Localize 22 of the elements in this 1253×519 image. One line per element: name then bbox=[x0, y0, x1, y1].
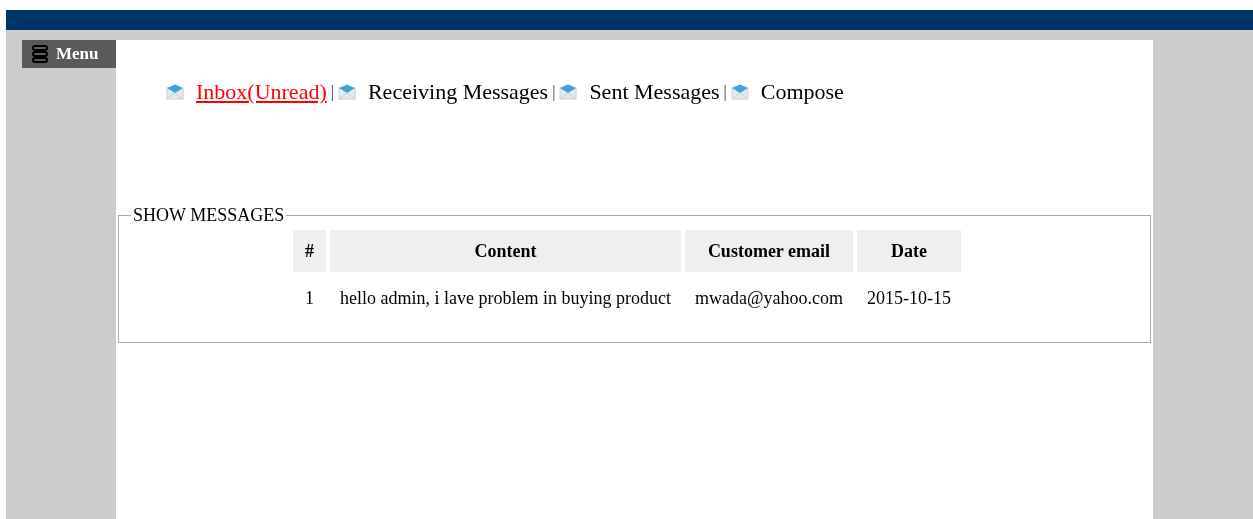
menu-button[interactable]: Menu bbox=[22, 40, 116, 68]
column-header: Content bbox=[330, 230, 681, 272]
column-header: # bbox=[293, 230, 326, 272]
nav-link[interactable]: Receiving Messages bbox=[367, 79, 549, 105]
envelope-icon bbox=[730, 84, 749, 100]
column-header: Date bbox=[857, 230, 961, 272]
envelope-icon bbox=[337, 84, 356, 100]
separator: | bbox=[330, 83, 334, 101]
panel-title: SHOW MESSAGES bbox=[132, 205, 286, 226]
separator: | bbox=[552, 83, 556, 101]
table-cell-text: 1 bbox=[304, 286, 315, 310]
envelope-icon bbox=[166, 84, 184, 100]
nav-link[interactable]: Inbox(Unread) bbox=[196, 79, 327, 105]
table-cell-text: mwada@yahoo.com bbox=[693, 286, 844, 310]
table-cell-text: hello admin, i lave problem in buying product bbox=[339, 286, 672, 310]
table-cell-text: 2015-10-15 bbox=[866, 286, 952, 310]
menu-icon bbox=[32, 45, 48, 63]
column-header: Customer email bbox=[684, 230, 853, 272]
envelope-icon bbox=[559, 84, 578, 100]
nav-link[interactable]: Compose bbox=[760, 79, 844, 105]
separator: | bbox=[723, 83, 727, 101]
nav-link[interactable]: Sent Messages bbox=[589, 79, 720, 105]
